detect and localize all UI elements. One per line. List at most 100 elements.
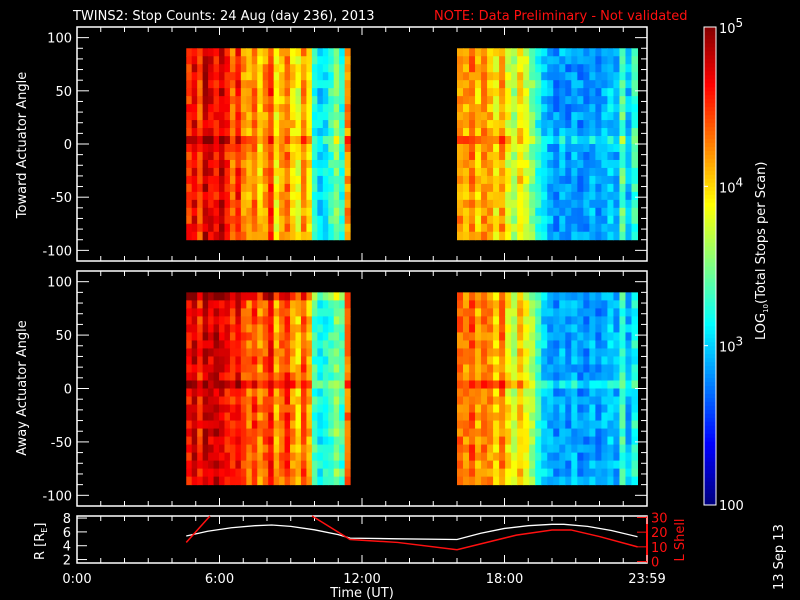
- heatmap-cell: [481, 96, 488, 105]
- heatmap-cell: [300, 167, 307, 177]
- heatmap-cell: [229, 340, 236, 349]
- heatmap-cell: [246, 340, 253, 349]
- heatmap-cell: [328, 476, 335, 486]
- heatmap-cell: [208, 175, 215, 185]
- heatmap-cell: [251, 404, 258, 414]
- heatmap-cell: [300, 452, 307, 462]
- heatmap-cell: [186, 56, 193, 65]
- heatmap-cell: [511, 231, 518, 241]
- heatmap-cell: [547, 120, 554, 129]
- heatmap-cell: [493, 444, 500, 454]
- heatmap-cell: [251, 56, 258, 65]
- heatmap-cell: [577, 316, 584, 325]
- heatmap-cell: [469, 207, 476, 217]
- heatmap-cell: [300, 88, 307, 97]
- heatmap-cell: [317, 300, 324, 309]
- heatmap-cell: [511, 292, 518, 301]
- heatmap-cell: [499, 56, 506, 65]
- heatmap-cell: [279, 404, 286, 414]
- heatmap-cell: [595, 428, 602, 438]
- heatmap-cell: [197, 144, 204, 153]
- heatmap-cell: [595, 231, 602, 241]
- heatmap-cell: [251, 476, 258, 486]
- heatmap-cell: [553, 388, 560, 398]
- heatmap-cell: [481, 120, 488, 129]
- heatmap-cell: [322, 460, 329, 470]
- heatmap-cell: [511, 223, 518, 233]
- heatmap-cell: [273, 231, 280, 241]
- heatmap-cell: [328, 372, 335, 381]
- heatmap-cell: [224, 436, 231, 446]
- heatmap-cell: [553, 88, 560, 97]
- heatmap-cell: [197, 151, 204, 161]
- heatmap-cell: [219, 80, 225, 89]
- heatmap-cell: [186, 364, 193, 373]
- heatmap-cell: [300, 380, 307, 389]
- heatmap-cell: [565, 340, 572, 349]
- heatmap-cell: [535, 476, 542, 486]
- heatmap-cell: [595, 420, 602, 430]
- heatmap-cell: [547, 380, 554, 389]
- heatmap-cell: [317, 324, 324, 333]
- heatmap-cell: [613, 412, 620, 422]
- heatmap-cell: [583, 404, 590, 414]
- heatmap-cell: [219, 159, 225, 169]
- heatmap-cell: [186, 207, 193, 217]
- heatmap-cell: [541, 340, 548, 349]
- heatmap-cell: [191, 452, 198, 462]
- heatmap-cell: [317, 191, 324, 201]
- heatmap-cell: [625, 340, 632, 349]
- heatmap-cell: [481, 56, 488, 65]
- heatmap-cell: [505, 404, 512, 414]
- heatmap-cell: [333, 292, 340, 301]
- heatmap-cell: [279, 96, 286, 105]
- heatmap-cell: [262, 136, 269, 145]
- heatmap-cell: [481, 404, 488, 414]
- heatmap-cell: [511, 380, 518, 389]
- heatmap-cell: [511, 191, 518, 201]
- heatmap-cell: [186, 144, 193, 153]
- heatmap-cell: [295, 72, 302, 81]
- heatmap-cell: [251, 207, 258, 217]
- heatmap-cell: [224, 452, 231, 462]
- heatmap-cell: [202, 96, 209, 105]
- heatmap-cell: [202, 396, 209, 406]
- heatmap-cell: [219, 112, 225, 121]
- heatmap-cell: [463, 404, 470, 414]
- heatmap-cell: [219, 420, 225, 430]
- heatmap-cell: [535, 199, 542, 209]
- heatmap-cell: [631, 340, 638, 349]
- heatmap-cell: [311, 112, 318, 121]
- heatmap-cell: [235, 412, 242, 422]
- heatmap-cell: [583, 436, 590, 446]
- heatmap-cell: [284, 412, 291, 422]
- heatmap-cell: [197, 88, 204, 97]
- heatmap-cell: [601, 88, 608, 97]
- heatmap-cell: [333, 199, 340, 209]
- heatmap-cell: [571, 183, 578, 193]
- heatmap-cell: [191, 167, 198, 177]
- heatmap-cell: [257, 120, 264, 129]
- heatmap-cell: [344, 88, 351, 97]
- heatmap-cell: [613, 356, 620, 365]
- heatmap-cell: [306, 316, 313, 325]
- heatmap-cell: [290, 404, 296, 414]
- heatmap-cell: [208, 167, 215, 177]
- heatmap-cell: [322, 428, 329, 438]
- heatmap-cell: [333, 468, 340, 478]
- heatmap-cell: [268, 231, 275, 241]
- heatmap-cell: [290, 159, 296, 169]
- heatmap-cell: [235, 452, 242, 462]
- heatmap-cell: [322, 231, 329, 241]
- heatmap-cell: [257, 215, 264, 225]
- heatmap-cell: [191, 104, 198, 113]
- heatmap-cell: [279, 120, 286, 129]
- heatmap-cell: [273, 444, 280, 454]
- heatmap-cell: [197, 404, 204, 414]
- heatmap-cell: [300, 128, 307, 137]
- heatmap-cell: [619, 444, 626, 454]
- heatmap-cell: [487, 340, 494, 349]
- heatmap-cell: [251, 64, 258, 73]
- heatmap-cell: [571, 332, 578, 341]
- heatmap-cell: [589, 332, 596, 341]
